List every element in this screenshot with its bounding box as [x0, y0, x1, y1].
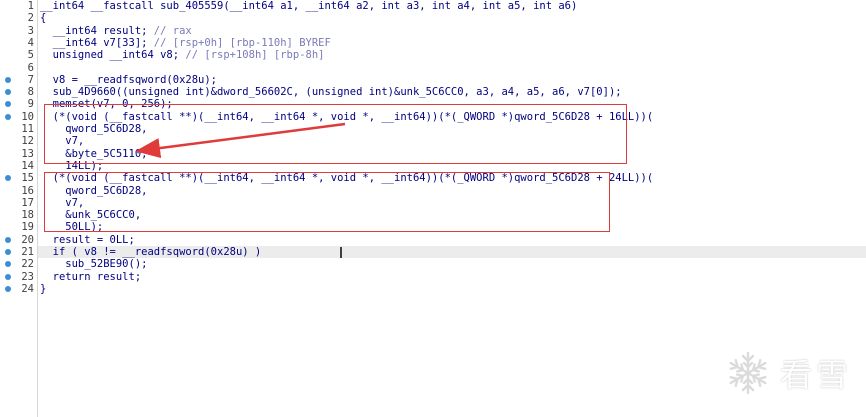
- pseudocode-editor[interactable]: 1 __int64 __fastcall sub_405559(__int64 a…: [0, 0, 866, 417]
- snowflake-icon: [726, 351, 770, 395]
- watermark-text: 看雪: [779, 356, 852, 394]
- watermark: 看雪: [724, 349, 852, 397]
- arrow-line: [135, 122, 346, 158]
